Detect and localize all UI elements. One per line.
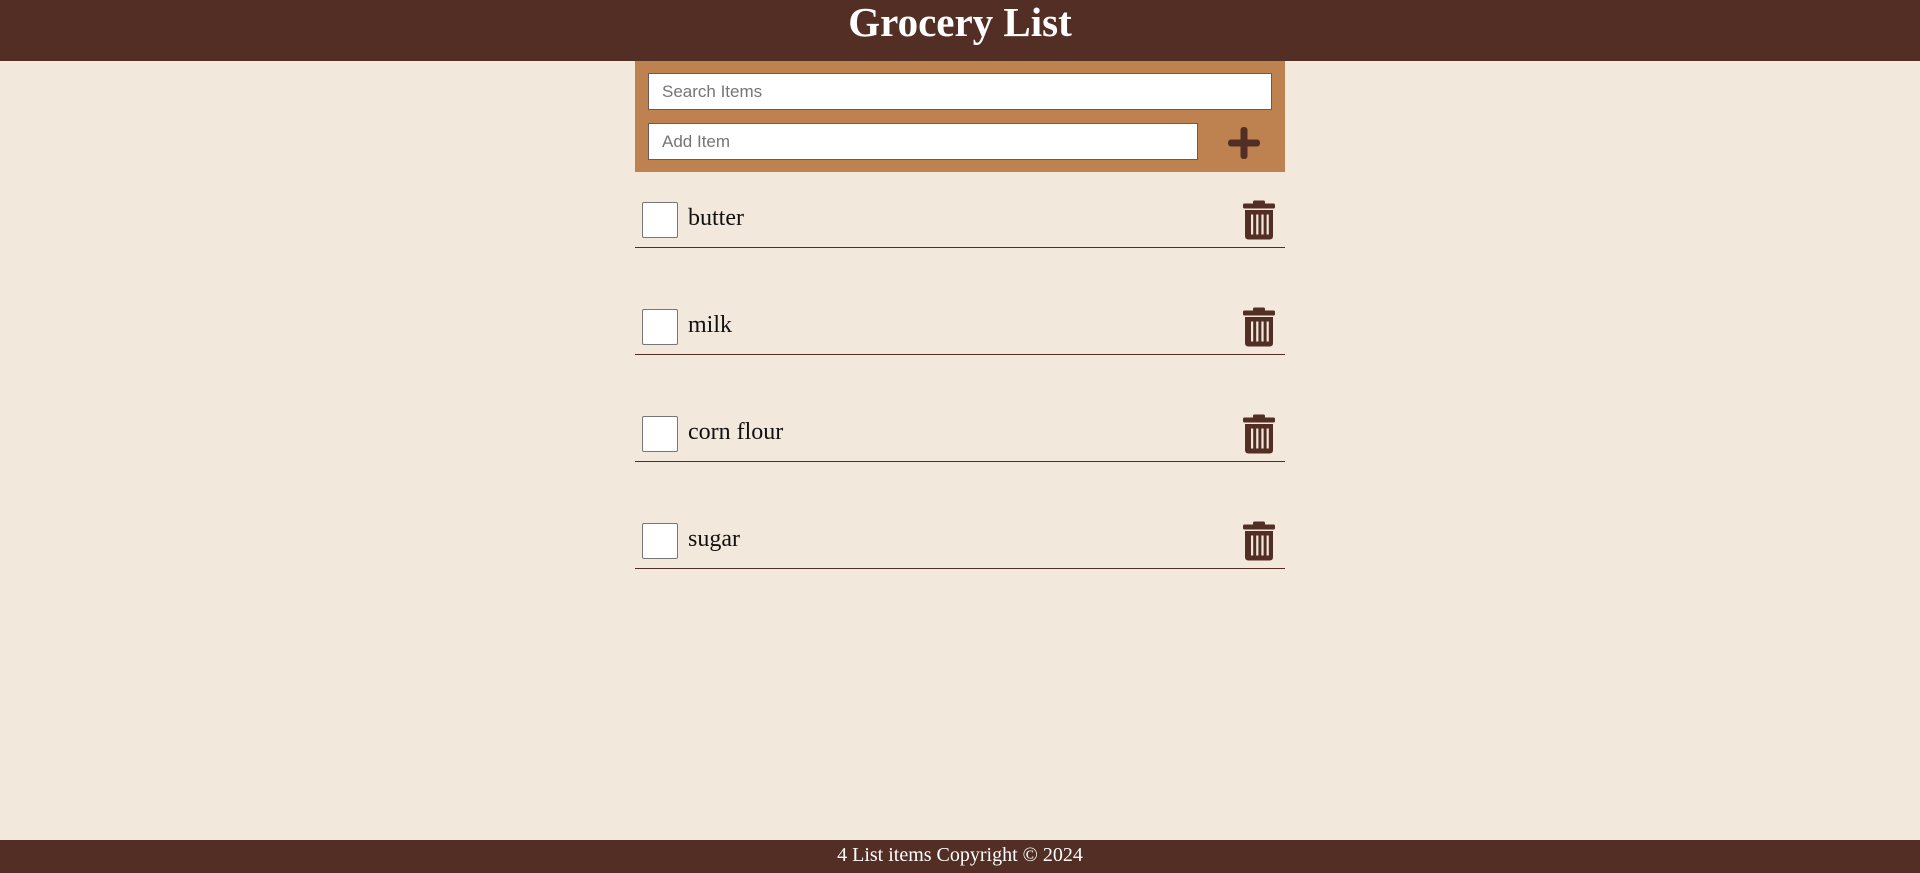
page-title: Grocery List [848, 0, 1072, 45]
trash-icon [1243, 200, 1275, 240]
grocery-app: Grocery List butter [0, 0, 1920, 873]
controls-panel [635, 61, 1285, 172]
list-item: sugar [635, 493, 1285, 569]
footer-text: 4 List items Copyright © 2024 [837, 844, 1083, 866]
trash-icon [1243, 414, 1275, 454]
item-label: milk [688, 312, 733, 338]
item-label: sugar [688, 526, 740, 552]
trash-icon [1243, 521, 1275, 561]
delete-item-button[interactable] [1242, 200, 1276, 240]
item-label: corn flour [688, 419, 784, 445]
list-item: butter [635, 172, 1285, 248]
app-header: Grocery List [0, 0, 1920, 61]
delete-item-button[interactable] [1242, 414, 1276, 454]
item-checkbox[interactable] [642, 523, 678, 559]
app-footer: 4 List items Copyright © 2024 [0, 840, 1920, 873]
trash-icon [1243, 307, 1275, 347]
item-checkbox[interactable] [642, 309, 678, 345]
delete-item-button[interactable] [1242, 521, 1276, 561]
add-item-button[interactable] [1222, 121, 1266, 165]
list-item: milk [635, 279, 1285, 355]
delete-item-button[interactable] [1242, 307, 1276, 347]
search-input[interactable] [648, 73, 1272, 110]
item-label: butter [688, 205, 744, 231]
list-item: corn flour [635, 386, 1285, 462]
add-item-input[interactable] [648, 123, 1198, 160]
item-checkbox[interactable] [642, 416, 678, 452]
grocery-list: butter milk corn flour sugar [635, 172, 1285, 569]
plus-icon [1228, 127, 1260, 159]
item-checkbox[interactable] [642, 202, 678, 238]
